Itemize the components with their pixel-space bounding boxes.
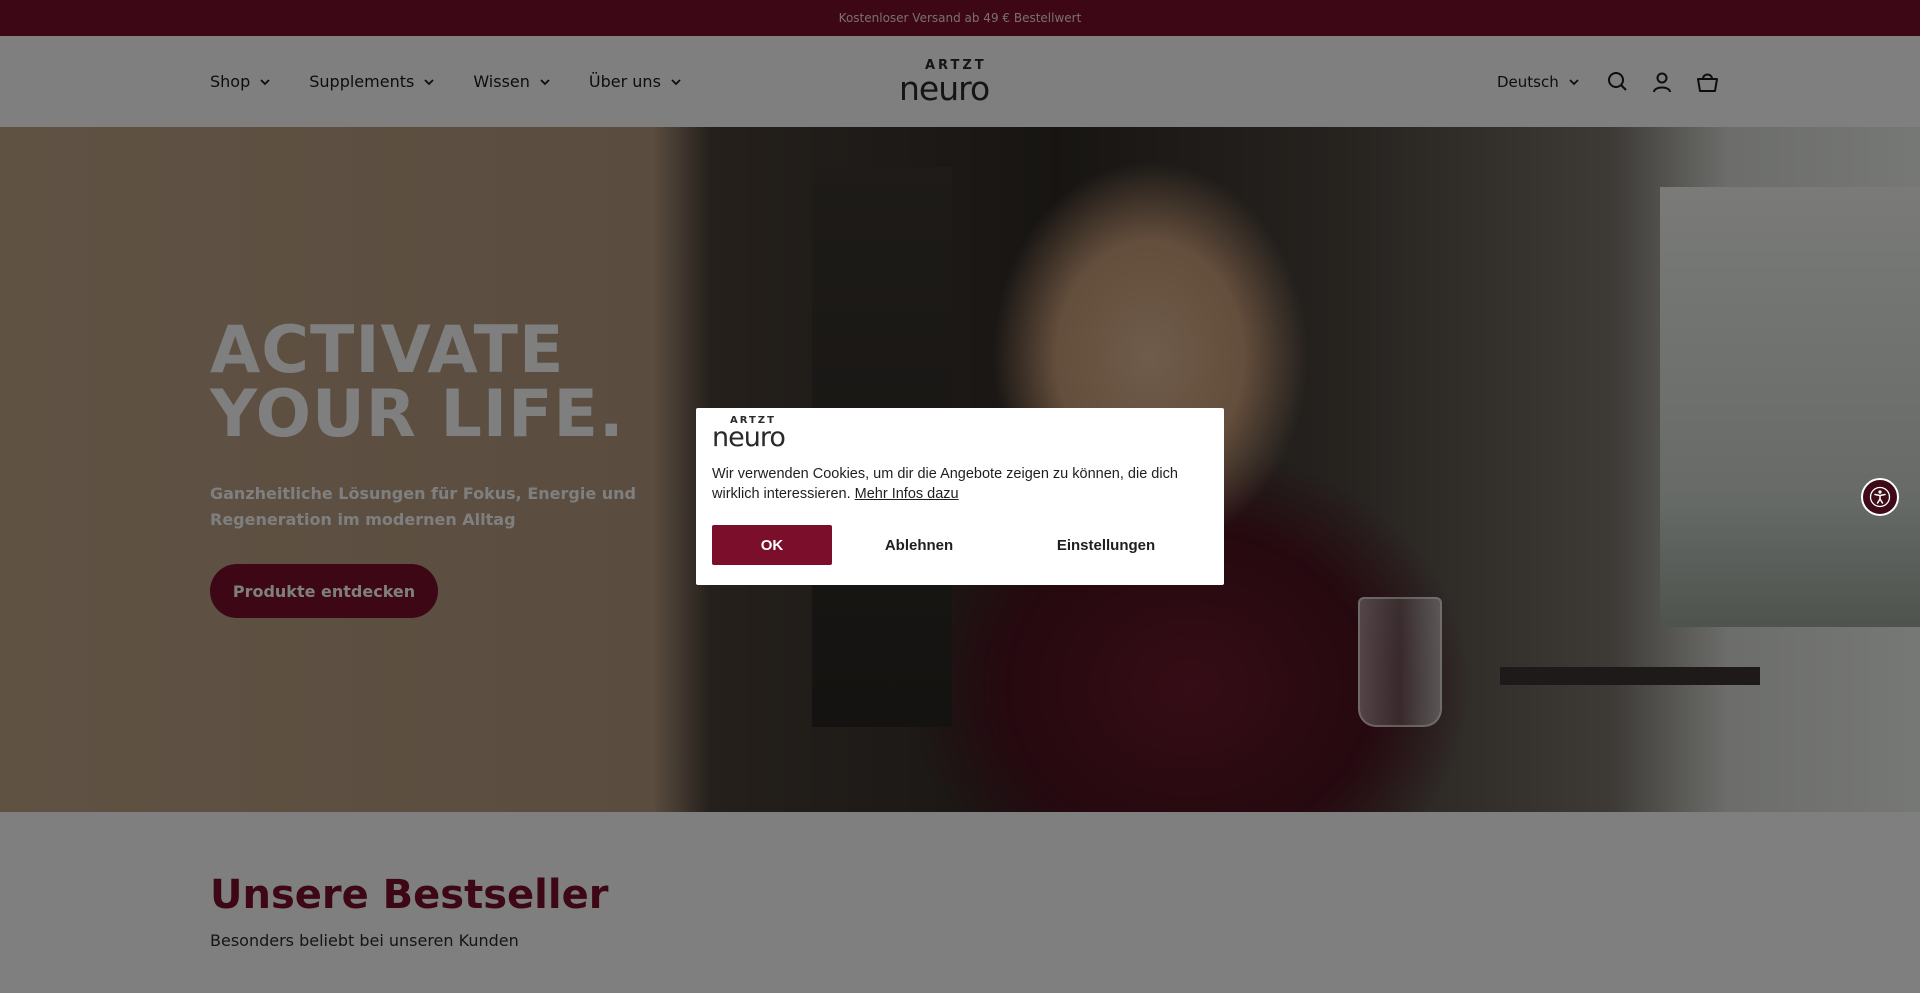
- cookie-message: Wir verwenden Cookies, um dir die Angebo…: [712, 464, 1192, 504]
- cookie-logo: ARTZT neuro: [712, 415, 806, 455]
- cookie-ok-button[interactable]: OK: [712, 525, 832, 565]
- cookie-decline-button[interactable]: Ablehnen: [844, 525, 994, 565]
- cookie-logo-bottom: neuro: [712, 422, 786, 453]
- accessibility-icon: [1869, 486, 1891, 508]
- more-info-link[interactable]: Mehr Infos dazu: [855, 486, 959, 502]
- cookie-consent-dialog: ARTZT neuro Wir verwenden Cookies, um di…: [696, 408, 1224, 585]
- cookie-settings-button[interactable]: Einstellungen: [1006, 525, 1206, 565]
- accessibility-button[interactable]: [1861, 478, 1899, 516]
